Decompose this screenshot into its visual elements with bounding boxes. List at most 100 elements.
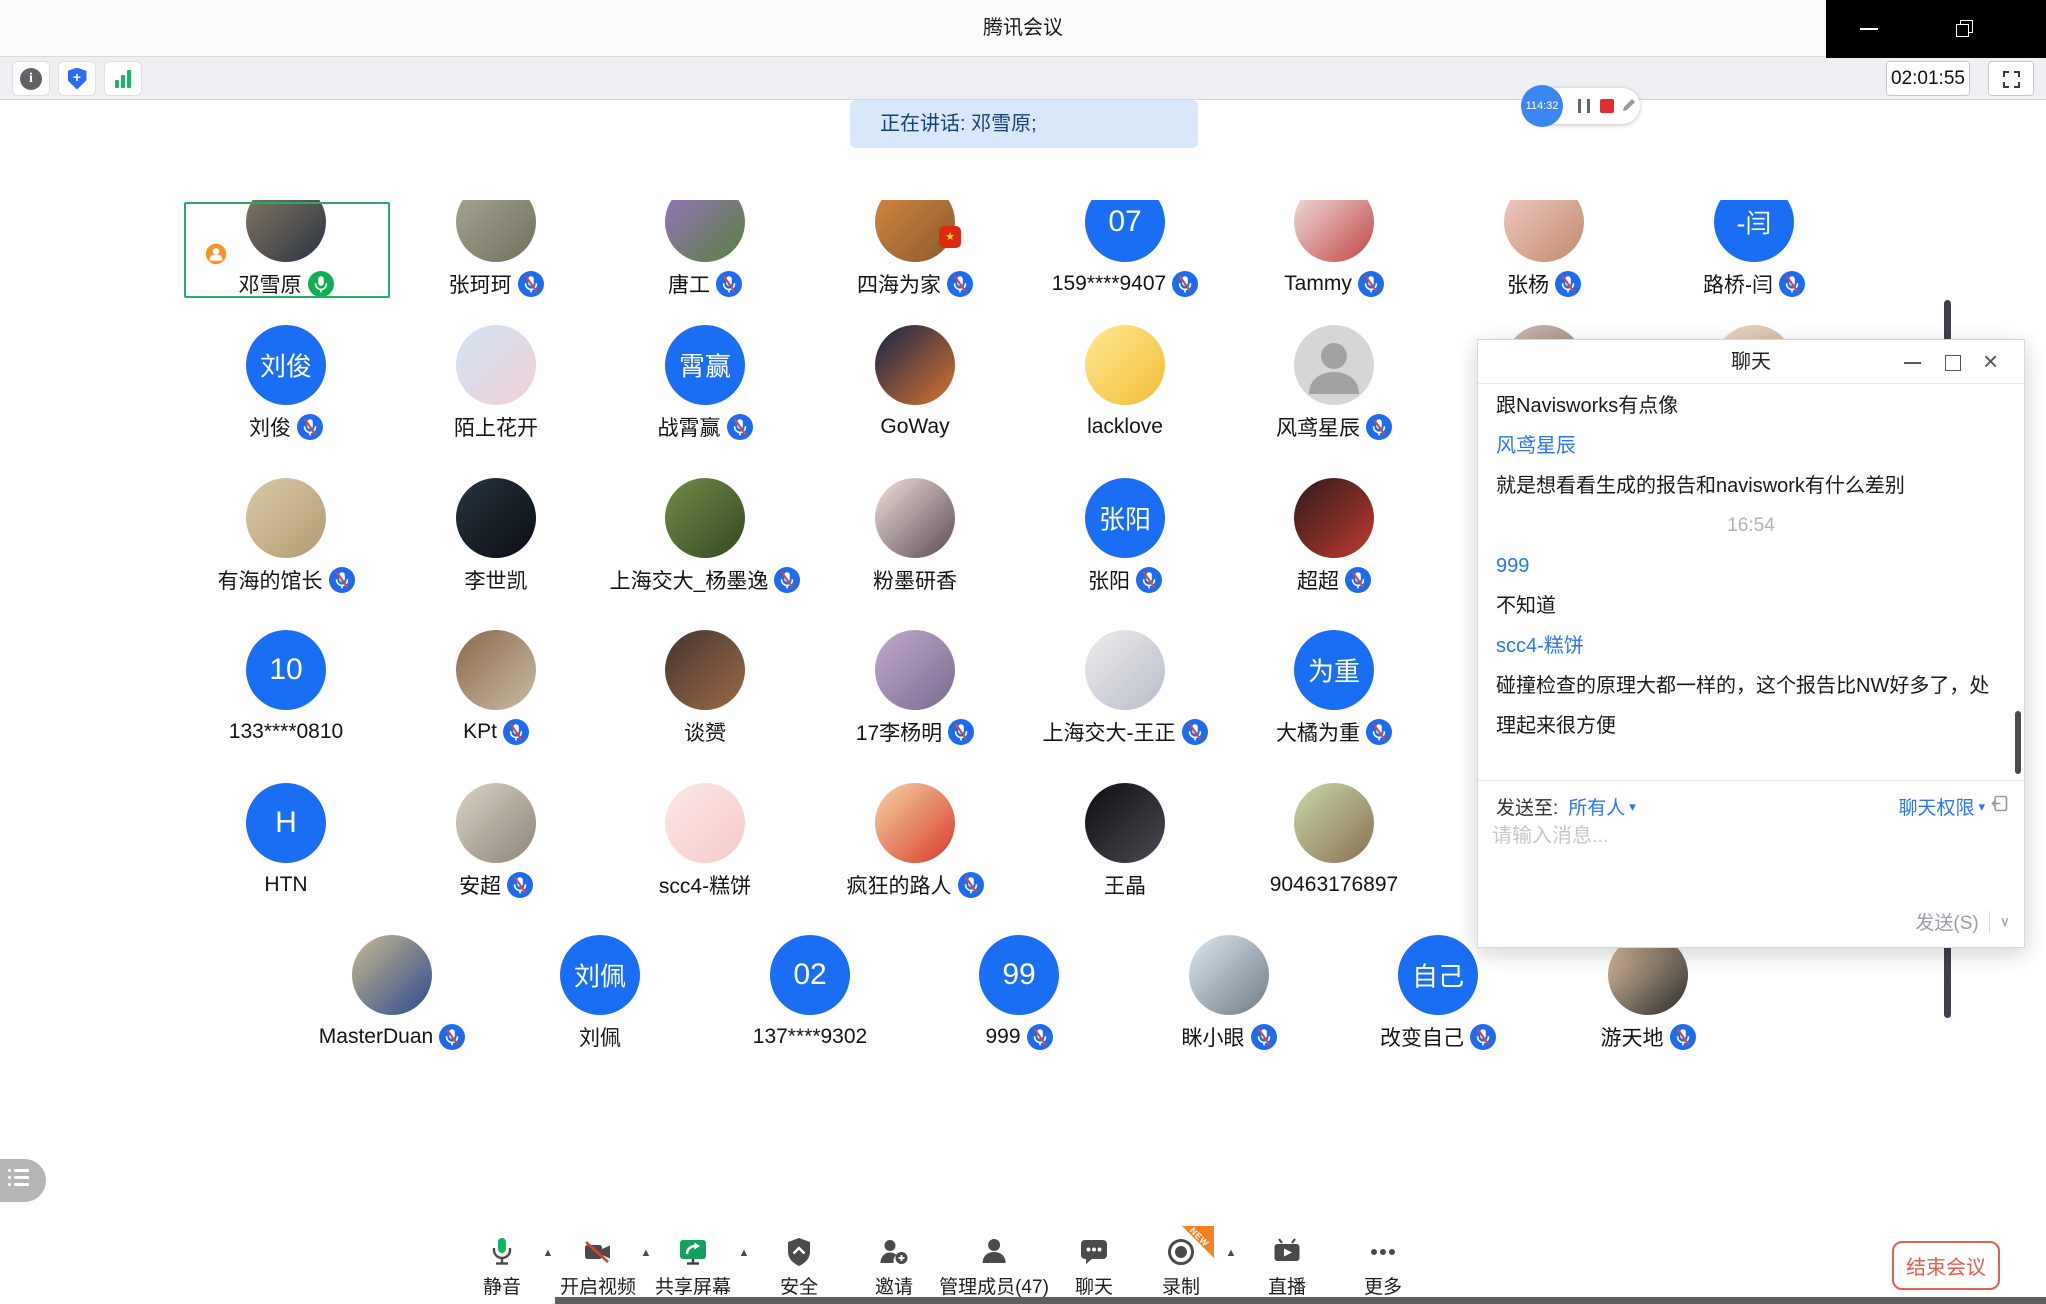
participant-tile[interactable]: 刘俊刘俊 (186, 325, 386, 441)
chat-message-input[interactable] (1492, 825, 1912, 848)
chat-title-bar[interactable]: 聊天 (1478, 340, 2024, 384)
minimize-icon[interactable] (1860, 28, 1878, 30)
participant-tile[interactable]: 疯狂的路人 (815, 783, 1015, 899)
participant-name: 风鸢星辰 (1276, 412, 1360, 442)
toolbar-item-record[interactable]: NEW录制 (1162, 1234, 1200, 1299)
avatar: -闫 (1714, 200, 1794, 262)
annotate-pencil-icon[interactable] (1620, 96, 1638, 119)
participant-tile[interactable]: 游天地 (1548, 935, 1748, 1051)
meeting-window: 腾讯会议 i 02:01:55 114:32 正在讲话: 邓雪原; 邓雪原张珂珂… (0, 0, 2046, 1304)
participant-tile[interactable]: 自己改变自己 (1338, 935, 1538, 1051)
participant-name: Tammy (1284, 272, 1352, 296)
chevron-down-icon: ▾ (1629, 799, 1636, 815)
security-icon (780, 1234, 818, 1270)
participant-name: 张珂珂 (449, 269, 512, 299)
restore-icon[interactable] (1956, 20, 1976, 40)
participant-tile[interactable]: 眯小眼 (1129, 935, 1329, 1051)
participant-tile[interactable]: 上海交大_杨墨逸 (605, 478, 805, 594)
send-options-chevron-icon[interactable]: ∨ (2000, 913, 2010, 930)
participant-tile[interactable]: 上海交大-王正 (1025, 630, 1225, 746)
chat-maximize-icon[interactable] (1938, 340, 1968, 384)
participant-tile[interactable]: 02137****9302 (710, 935, 910, 1051)
participant-tile[interactable]: 邓雪原 (186, 200, 386, 298)
participant-tile[interactable]: 王晶 (1025, 783, 1225, 899)
participant-tile[interactable]: 17李杨明 (815, 630, 1015, 746)
participant-tile[interactable]: GoWay (815, 325, 1015, 441)
participant-tile[interactable]: 99999 (919, 935, 1119, 1051)
participant-tile[interactable]: 刘佩刘佩 (500, 935, 700, 1051)
chat-close-icon[interactable] (1978, 340, 2008, 384)
participant-tile[interactable]: 霄赢战霄赢 (605, 325, 805, 441)
toolbar-item-more[interactable]: 更多 (1364, 1234, 1402, 1299)
participant-tile[interactable]: 谈赟 (605, 630, 805, 746)
participant-tile[interactable]: 陌上花开 (396, 325, 596, 441)
avatar: 10 (246, 630, 326, 710)
end-meeting-button[interactable]: 结束会议 (1892, 1241, 2000, 1290)
participant-name: 超超 (1297, 565, 1339, 595)
mic-muted-icon (1345, 567, 1371, 593)
participant-tile[interactable]: lacklove (1025, 325, 1225, 441)
member-list-toggle-button[interactable] (0, 1159, 46, 1202)
taskbar-strip (555, 1297, 2046, 1304)
participant-tile[interactable]: 张阳张阳 (1025, 478, 1225, 594)
participant-name: 刘俊 (249, 412, 291, 442)
participant-tile[interactable]: 为重大橘为重 (1234, 630, 1434, 746)
avatar: 为重 (1294, 630, 1374, 710)
network-signal-icon (115, 70, 131, 88)
participant-tile[interactable]: 有海的馆长 (186, 478, 386, 594)
mic-muted-icon (1470, 1024, 1496, 1050)
toolbar-item-members[interactable]: 管理成员(47) (939, 1234, 1049, 1299)
participant-name: 上海交大_杨墨逸 (610, 565, 769, 595)
participant-tile[interactable]: 超超 (1234, 478, 1434, 594)
send-to-dropdown[interactable]: 所有人▾ (1568, 793, 1636, 820)
toolbar-expand-arrow-icon[interactable]: ▲ (739, 1247, 750, 1259)
chat-footer: 发送至: 所有人▾ 聊天权限▾ 发送(S) ∨ (1478, 780, 2024, 947)
security-status-button[interactable] (58, 61, 96, 96)
participant-tile[interactable]: 90463176897 (1234, 783, 1434, 899)
toolbar-item-security[interactable]: 安全 (780, 1234, 818, 1299)
avatar (875, 478, 955, 558)
recording-timer-bubble[interactable]: 114:32 (1521, 85, 1563, 127)
chat-scrollbar[interactable] (2015, 711, 2021, 774)
avatar: 99 (979, 935, 1059, 1015)
chat-minimize-icon[interactable] (1898, 340, 1928, 384)
avatar (456, 478, 536, 558)
toolbar-expand-arrow-icon[interactable]: ▲ (1226, 1247, 1237, 1259)
participant-tile[interactable]: ★四海为家 (815, 200, 1015, 298)
participant-tile[interactable]: 10133****0810 (186, 630, 386, 746)
toolbar-item-camera-off[interactable]: 开启视频 (560, 1234, 636, 1299)
toolbar-item-chat[interactable]: 聊天 (1075, 1234, 1113, 1299)
participant-tile[interactable]: KPt (396, 630, 596, 746)
toolbar-item-mic-on[interactable]: 静音 (483, 1234, 521, 1299)
fullscreen-button[interactable] (1988, 61, 2034, 96)
participant-tile[interactable]: -闫路桥-闫 (1654, 200, 1854, 298)
avatar (665, 783, 745, 863)
toolbar-item-live[interactable]: 直播 (1268, 1234, 1306, 1299)
network-status-button[interactable] (104, 61, 142, 96)
toolbar-item-invite[interactable]: 邀请 (875, 1234, 913, 1299)
participant-tile[interactable]: 唐工 (605, 200, 805, 298)
participant-tile[interactable]: 张珂珂 (396, 200, 596, 298)
send-button[interactable]: 发送(S) (1915, 908, 1978, 935)
participant-tile[interactable]: 张杨 (1444, 200, 1644, 298)
chat-icon (1075, 1234, 1113, 1270)
participant-tile[interactable]: Tammy (1234, 200, 1434, 298)
pause-recording-icon[interactable] (1578, 99, 1590, 113)
participant-tile[interactable]: HHTN (186, 783, 386, 899)
participant-tile[interactable]: scc4-糕饼 (605, 783, 805, 899)
mic-muted-icon (1172, 271, 1198, 297)
chat-permission-dropdown[interactable]: 聊天权限▾ (1898, 793, 1985, 820)
stop-recording-icon[interactable] (1600, 99, 1614, 113)
chat-popout-icon[interactable] (1991, 795, 2008, 818)
toolbar-expand-arrow-icon[interactable]: ▲ (543, 1247, 554, 1259)
chevron-down-icon: ▾ (1978, 799, 1985, 815)
toolbar-expand-arrow-icon[interactable]: ▲ (641, 1247, 652, 1259)
participant-tile[interactable]: 安超 (396, 783, 596, 899)
participant-tile[interactable]: 粉墨研香 (815, 478, 1015, 594)
participant-tile[interactable]: 07159****9407 (1025, 200, 1225, 298)
toolbar-item-share-screen[interactable]: 共享屏幕 (655, 1234, 731, 1299)
participant-tile[interactable]: MasterDuan (292, 935, 492, 1051)
participant-tile[interactable]: 风鸢星辰 (1234, 325, 1434, 441)
meeting-info-button[interactable]: i (12, 61, 50, 96)
participant-tile[interactable]: 李世凯 (396, 478, 596, 594)
